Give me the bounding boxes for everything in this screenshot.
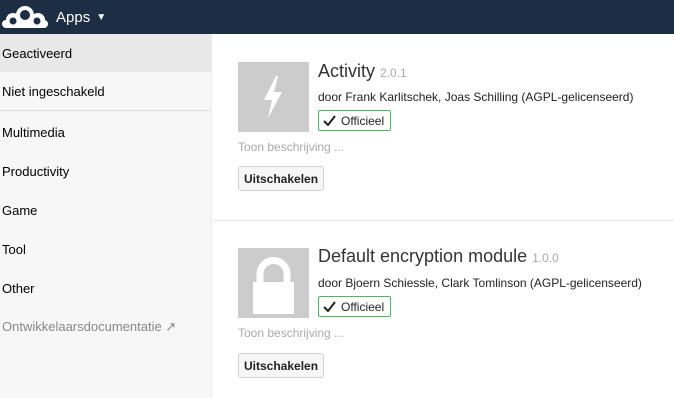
app-list: Activity 2.0.1 door Frank Karlitschek, J…: [212, 34, 674, 398]
owncloud-logo-icon[interactable]: [2, 5, 48, 29]
show-description-link[interactable]: Toon beschrijving ...: [238, 326, 344, 340]
official-badge-label: Officieel: [341, 299, 385, 314]
sidebar-item-label: Multimedia: [2, 124, 65, 140]
apps-menu-label: Apps: [56, 8, 91, 26]
show-description-link[interactable]: Toon beschrijving ...: [238, 140, 344, 154]
lock-icon: [253, 257, 294, 314]
sidebar-item-label: Geactiveerd: [2, 45, 73, 61]
top-header-bar: Apps ▼: [0, 0, 674, 34]
disable-button[interactable]: Uitschakelen: [238, 166, 325, 191]
sidebar-item-game[interactable]: Game: [0, 191, 211, 229]
app-version: 1.0.0: [532, 251, 559, 265]
sidebar-item-not-enabled[interactable]: Niet ingeschakeld: [0, 73, 211, 111]
sidebar-item-developer-docs[interactable]: Ontwikkelaarsdocumentatie ↗: [0, 308, 211, 346]
app-icon-activity: [238, 62, 309, 132]
app-card-encryption: Default encryption module 1.0.0 door Bjo…: [212, 221, 674, 398]
official-badge: Officieel: [318, 296, 392, 317]
app-author: door Bjoern Schiessle, Clark Tomlinson (…: [318, 276, 642, 290]
disable-button[interactable]: Uitschakelen: [238, 353, 325, 378]
sidebar-item-multimedia[interactable]: Multimedia: [0, 113, 211, 151]
caret-down-icon: ▼: [96, 12, 107, 23]
sidebar-item-tool[interactable]: Tool: [0, 230, 211, 268]
app-version: 2.0.1: [380, 66, 407, 80]
sidebar-item-label: Productivity: [2, 163, 70, 179]
app-title-row: Activity 2.0.1: [318, 61, 407, 82]
check-icon: [323, 115, 336, 126]
sidebar-item-label: Niet ingeschakeld: [2, 84, 105, 99]
sidebar-item-label: Tool: [2, 241, 26, 257]
app-category-sidebar: Geactiveerd Niet ingeschakeld Multimedia…: [0, 34, 212, 398]
app-name: Default encryption module: [318, 246, 528, 266]
apps-menu-button[interactable]: Apps ▼: [56, 0, 106, 34]
sidebar-item-enabled[interactable]: Geactiveerd: [0, 34, 211, 72]
app-icon-encryption: [238, 248, 309, 318]
sidebar-item-productivity[interactable]: Productivity: [0, 152, 211, 190]
official-badge: Officieel: [318, 110, 392, 131]
check-icon: [323, 301, 336, 312]
sidebar-item-label: Other: [2, 280, 35, 296]
app-card-activity: Activity 2.0.1 door Frank Karlitschek, J…: [212, 34, 674, 221]
lightning-icon: [264, 76, 282, 118]
sidebar-item-label: Ontwikkelaarsdocumentatie ↗: [2, 319, 177, 334]
app-author: door Frank Karlitschek, Joas Schilling (…: [318, 90, 634, 104]
sidebar-item-label: Game: [2, 202, 38, 218]
sidebar-item-other[interactable]: Other: [0, 269, 211, 307]
app-title-row: Default encryption module 1.0.0: [318, 246, 559, 267]
official-badge-label: Officieel: [341, 113, 385, 128]
app-name: Activity: [318, 61, 376, 81]
